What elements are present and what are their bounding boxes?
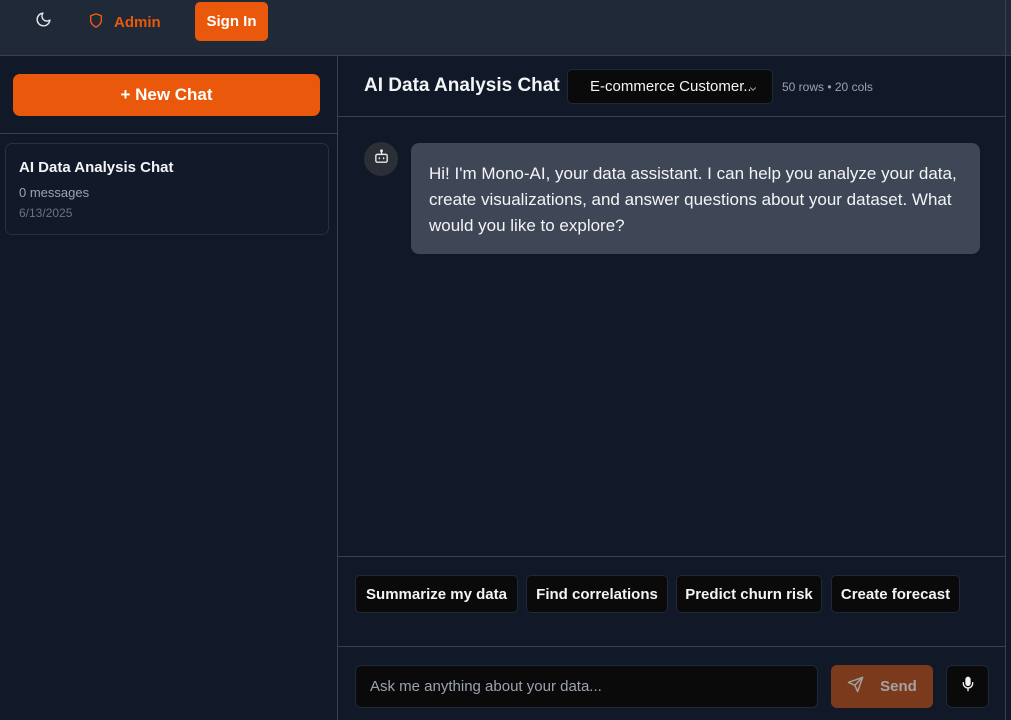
chat-history-item[interactable]: AI Data Analysis Chat 0 messages 6/13/20… xyxy=(5,143,329,235)
admin-label: Admin xyxy=(114,13,161,31)
top-bar: Admin Sign In xyxy=(0,0,1011,56)
suggestion-correlations-button[interactable]: Find correlations xyxy=(526,575,668,613)
suggestion-summarize-button[interactable]: Summarize my data xyxy=(355,575,518,613)
page-title: AI Data Analysis Chat xyxy=(364,75,560,96)
chat-history-message-count: 0 messages xyxy=(19,185,90,200)
suggestions-bar: Summarize my data Find correlations Pred… xyxy=(338,556,1006,647)
moon-icon xyxy=(35,11,52,33)
shield-icon xyxy=(88,12,104,33)
dataset-meta: 50 rows • 20 cols xyxy=(782,80,873,94)
dataset-select-value: E-commerce Customer... xyxy=(590,78,750,95)
suggestion-forecast-button[interactable]: Create forecast xyxy=(831,575,960,613)
chat-input[interactable] xyxy=(355,665,818,708)
suggestion-churn-button[interactable]: Predict churn risk xyxy=(676,575,822,613)
microphone-button[interactable] xyxy=(946,665,989,708)
chat-history-date: 6/13/2025 xyxy=(19,206,73,220)
send-icon xyxy=(847,676,864,697)
avatar xyxy=(364,142,398,176)
admin-link[interactable]: Admin xyxy=(88,6,161,38)
sidebar: + New Chat AI Data Analysis Chat 0 messa… xyxy=(0,56,338,720)
sign-in-button[interactable]: Sign In xyxy=(195,2,268,41)
assistant-message: Hi! I'm Mono-AI, your data assistant. I … xyxy=(411,143,980,254)
send-button[interactable]: Send xyxy=(831,665,933,708)
chevron-down-icon xyxy=(748,81,758,99)
theme-toggle-button[interactable] xyxy=(26,6,60,38)
bot-icon xyxy=(373,148,390,170)
send-label: Send xyxy=(880,678,917,695)
chat-header: AI Data Analysis Chat E-commerce Custome… xyxy=(338,56,1006,117)
sidebar-divider xyxy=(0,133,337,134)
new-chat-button[interactable]: + New Chat xyxy=(13,74,320,116)
chat-history-title: AI Data Analysis Chat xyxy=(19,159,174,176)
dataset-select[interactable]: E-commerce Customer... xyxy=(567,69,773,104)
chat-main: AI Data Analysis Chat E-commerce Custome… xyxy=(338,56,1006,720)
panel-border xyxy=(1005,0,1006,720)
microphone-icon xyxy=(960,676,976,697)
